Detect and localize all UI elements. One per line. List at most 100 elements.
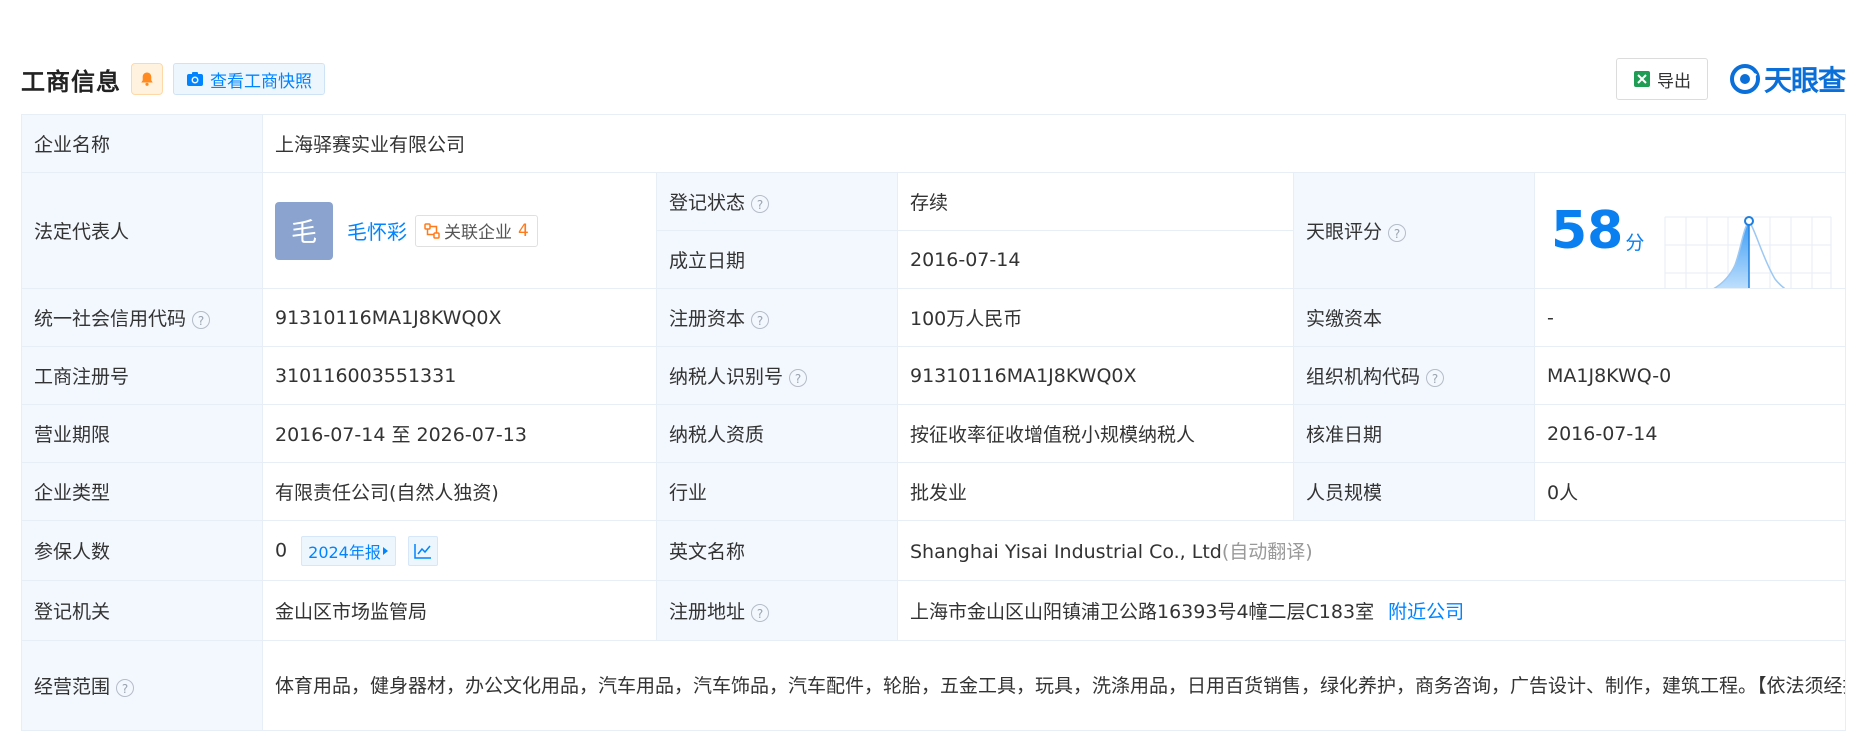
help-icon[interactable]: ? [789, 368, 808, 387]
scope-label: 经营范围 [34, 676, 111, 698]
company-type-label: 企业类型 [21, 462, 263, 521]
export-button[interactable]: 导出 [1615, 58, 1708, 100]
avatar[interactable]: 毛 [275, 201, 333, 260]
help-icon[interactable]: ? [1426, 368, 1445, 387]
help-icon[interactable]: ? [1388, 223, 1407, 242]
paid-capital-value: - [1533, 288, 1847, 347]
table-row: 企业名称 上海驿赛实业有限公司 [21, 114, 1847, 173]
business-info-table: 企业名称 上海驿赛实业有限公司 法定代表人 毛 毛怀彩 关联企业 4 登记状态 … [21, 114, 1847, 731]
insured-value: 0 [275, 539, 288, 561]
reg-address-cell: 上海市金山区山阳镇浦卫公路16393号4幢二层C183室 附近公司 [896, 580, 1847, 641]
reg-address-value: 上海市金山区山阳镇浦卫公路16393号4幢二层C183室 [910, 601, 1375, 623]
taxpayer-qual-label: 纳税人资质 [656, 404, 898, 463]
taxpayer-id-label-cell: 纳税人识别号? [656, 346, 898, 405]
industry-value: 批发业 [897, 462, 1294, 521]
related-label: 关联企业 [444, 223, 512, 243]
insured-label: 参保人数 [21, 520, 263, 581]
annual-report-tag[interactable]: 2024年报 [301, 535, 396, 566]
company-name-value: 上海驿赛实业有限公司 [261, 114, 1847, 173]
caret-right-icon [382, 546, 388, 555]
logo-eye-icon [1729, 64, 1760, 94]
section-header: 工商信息 查看工商快照 导出 天眼查 [21, 58, 1846, 100]
score-unit: 分 [1625, 232, 1645, 254]
table-row: 经营范围? 体育用品，健身器材，办公文化用品，汽车用品，汽车饰品，汽车配件，轮胎… [21, 640, 1847, 731]
help-icon[interactable]: ? [116, 678, 135, 697]
table-row: 参保人数 0 2024年报 英文名称 Shanghai Yisai Indust… [21, 520, 1847, 581]
reg-capital-value: 100万人民币 [897, 288, 1294, 347]
reg-status-value: 存续 [897, 172, 1294, 231]
help-icon[interactable]: ? [192, 310, 211, 329]
section-title: 工商信息 [21, 67, 121, 96]
table-row: 工商注册号 310116003551331 纳税人识别号? 91310116MA… [21, 346, 1847, 405]
table-row: 企业类型 有限责任公司(自然人独资) 行业 批发业 人员规模 0人 [21, 462, 1847, 521]
org-code-label: 组织机构代码 [1306, 366, 1421, 388]
reg-capital-label-cell: 注册资本? [656, 288, 898, 347]
related-companies-button[interactable]: 关联企业 4 [415, 214, 538, 247]
company-name-label: 企业名称 [21, 114, 263, 173]
taxpayer-id-value: 91310116MA1J8KWQ0X [897, 346, 1294, 405]
legal-rep-name-link[interactable]: 毛怀彩 [347, 216, 407, 245]
term-value: 2016-07-14 至 2026-07-13 [262, 404, 657, 463]
network-icon [424, 222, 440, 239]
view-snapshot-button[interactable]: 查看工商快照 [173, 63, 325, 95]
auto-translate-note: (自动翻译) [1221, 541, 1313, 563]
credit-code-label-cell: 统一社会信用代码? [21, 288, 263, 347]
reg-capital-label: 注册资本 [669, 308, 746, 330]
score-label: 天眼评分 [1306, 221, 1383, 243]
credit-code-value: 91310116MA1J8KWQ0X [262, 288, 657, 347]
score-distribution-chart: 0131550859799100 [1664, 215, 1832, 288]
annual-report-label: 2024年报 [308, 542, 381, 562]
help-icon[interactable]: ? [751, 194, 770, 213]
trend-chart-icon [414, 543, 431, 559]
camera-icon [187, 72, 203, 86]
founded-label: 成立日期 [656, 230, 898, 289]
scope-label-cell: 经营范围? [21, 640, 263, 731]
reg-address-label: 注册地址 [669, 601, 746, 623]
related-count: 4 [518, 220, 529, 241]
legal-rep-cell: 毛 毛怀彩 关联企业 4 [262, 172, 657, 289]
score-cell[interactable]: 58 分 [1533, 172, 1847, 289]
help-icon[interactable]: ? [751, 310, 770, 329]
taxpayer-qual-value: 按征收率征收增值税小规模纳税人 [897, 404, 1294, 463]
english-name-value: Shanghai Yisai Industrial Co., Ltd [910, 541, 1222, 563]
approval-date-value: 2016-07-14 [1533, 404, 1847, 463]
excel-icon [1633, 71, 1650, 87]
term-label: 营业期限 [21, 404, 263, 463]
table-row: 营业期限 2016-07-14 至 2026-07-13 纳税人资质 按征收率征… [21, 404, 1847, 463]
export-label: 导出 [1656, 71, 1691, 92]
reg-status-label: 登记状态 [669, 192, 746, 214]
staff-size-value: 0人 [1533, 462, 1847, 521]
scope-value: 体育用品，健身器材，办公文化用品，汽车用品，汽车饰品，汽车配件，轮胎，五金工具，… [261, 640, 1847, 731]
legal-rep-label: 法定代表人 [21, 172, 263, 289]
reg-address-label-cell: 注册地址? [656, 580, 898, 641]
company-type-value: 有限责任公司(自然人独资) [262, 462, 657, 521]
trend-chart-button[interactable] [407, 535, 438, 566]
insured-cell: 0 2024年报 [262, 520, 657, 581]
logo-text: 天眼查 [1763, 64, 1846, 97]
score-value: 58 [1551, 200, 1624, 261]
reg-status-label-cell: 登记状态? [656, 172, 898, 231]
org-code-label-cell: 组织机构代码? [1293, 346, 1535, 405]
paid-capital-label: 实缴资本 [1293, 288, 1535, 347]
help-icon[interactable]: ? [751, 603, 770, 622]
bell-icon [141, 72, 153, 86]
industry-label: 行业 [656, 462, 898, 521]
table-row: 统一社会信用代码? 91310116MA1J8KWQ0X 注册资本? 100万人… [21, 288, 1847, 347]
nearby-companies-link[interactable]: 附近公司 [1388, 601, 1464, 623]
view-snapshot-label: 查看工商快照 [210, 71, 312, 92]
credit-code-label: 统一社会信用代码 [34, 308, 187, 330]
score-label-cell: 天眼评分? [1293, 172, 1535, 289]
monitor-bell-button[interactable] [131, 63, 163, 95]
org-code-value: MA1J8KWQ-0 [1533, 346, 1847, 405]
approval-date-label: 核准日期 [1293, 404, 1535, 463]
reg-authority-value: 金山区市场监管局 [262, 580, 657, 641]
taxpayer-id-label: 纳税人识别号 [669, 366, 784, 388]
table-row: 登记机关 金山区市场监管局 注册地址? 上海市金山区山阳镇浦卫公路16393号4… [21, 580, 1847, 641]
reg-number-label: 工商注册号 [21, 346, 263, 405]
reg-authority-label: 登记机关 [21, 580, 263, 641]
founded-value: 2016-07-14 [897, 230, 1294, 289]
reg-number-value: 310116003551331 [262, 346, 657, 405]
english-name-label: 英文名称 [656, 520, 898, 581]
staff-size-label: 人员规模 [1293, 462, 1535, 521]
english-name-cell: Shanghai Yisai Industrial Co., Ltd(自动翻译) [896, 520, 1847, 581]
